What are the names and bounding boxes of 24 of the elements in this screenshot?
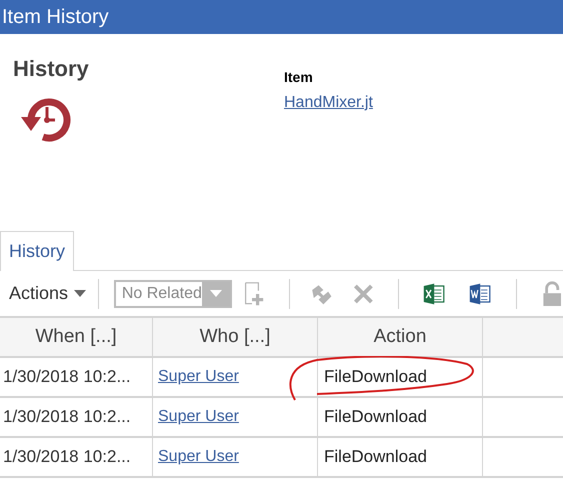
caret-icon: [210, 290, 222, 297]
user-link[interactable]: Super User: [158, 365, 239, 389]
user-link[interactable]: Super User: [158, 445, 239, 469]
column-header[interactable]: When [...]: [0, 318, 153, 356]
column-header[interactable]: Who [...]: [153, 318, 318, 356]
table-cell-text: FileDownload: [324, 366, 427, 388]
item-link[interactable]: HandMixer.jt: [284, 91, 373, 115]
window-title: Item History: [2, 5, 109, 30]
item-label: Item: [284, 68, 313, 87]
table-cell-text: FileDownload: [324, 406, 427, 428]
table-row[interactable]: 1/30/2018 10:2... Super User FileDownload: [0, 398, 563, 438]
related-select[interactable]: No Related: [114, 280, 232, 308]
column-header[interactable]: Action: [318, 318, 483, 356]
actions-menu[interactable]: Actions: [9, 280, 86, 307]
table-row[interactable]: 1/30/2018 10:2... Super User FileDownload: [0, 358, 563, 398]
table-cell-text: FileDownload: [324, 446, 427, 468]
tab[interactable]: History: [0, 231, 74, 271]
table-cell-text: 1/30/2018 10:2...: [2, 406, 131, 428]
caret-icon: [74, 290, 86, 297]
table-row[interactable]: 1/30/2018 10:2... Super User FileDownload: [0, 438, 563, 478]
user-link[interactable]: Super User: [158, 405, 239, 429]
page-heading: History: [13, 55, 90, 83]
table-cell-text: 1/30/2018 10:2...: [2, 366, 131, 388]
table-cell-text: 1/30/2018 10:2...: [2, 446, 131, 468]
